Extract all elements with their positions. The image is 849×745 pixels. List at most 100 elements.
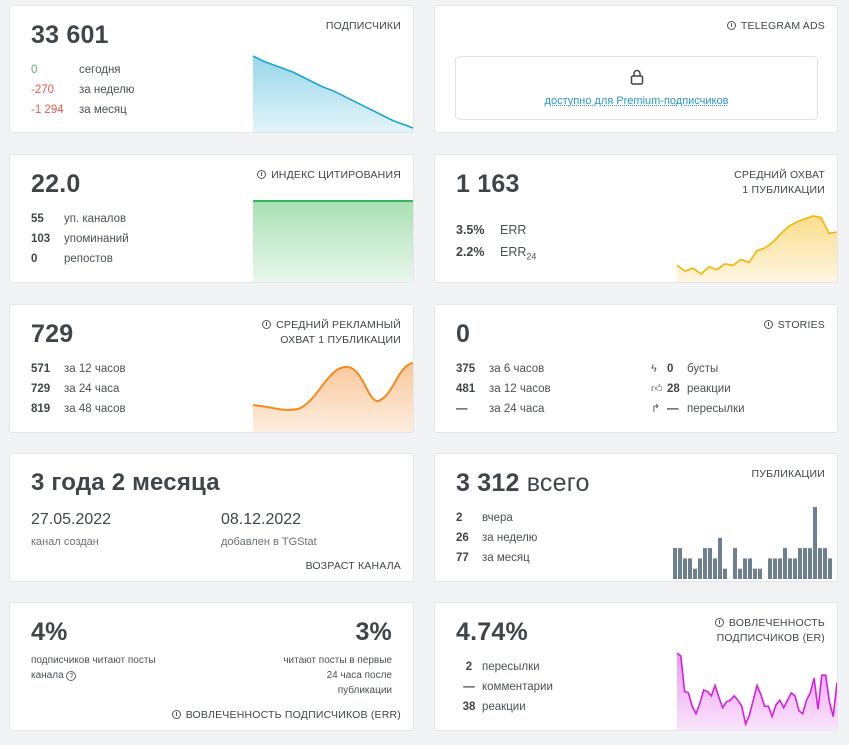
citation-reposts-value: 0 xyxy=(31,253,38,265)
ad-reach-title: СРЕДНИЙ РЕКЛАМНЫЙ ОХВАТ 1 ПУБЛИКАЦИИ xyxy=(262,318,401,348)
err-stats: 3.5% ERR 2.2% ERR24 xyxy=(456,219,536,268)
er-title: ВОВЛЕЧЕННОСТЬ ПОДПИСЧИКОВ (ER) xyxy=(714,617,825,644)
question-icon[interactable]: ? xyxy=(66,671,77,681)
subscribers-area xyxy=(253,56,413,132)
citation-card[interactable]: 22.0 ИНДЕКС ЦИТИРОВАНИЯ 55 уп. каналов 10… xyxy=(9,154,414,283)
publications-bar xyxy=(708,548,712,579)
ad-reach-12h-label: за 12 часов xyxy=(64,363,126,375)
average-reach-title: СРЕДНИЙ ОХВАТ 1 ПУБЛИКАЦИИ xyxy=(734,169,825,196)
publications-bar xyxy=(773,558,777,579)
er-card[interactable]: 4.74% ВОВЛЕЧЕННОСТЬ ПОДПИСЧИКОВ (ER) 2 пер… xyxy=(434,602,838,731)
publications-title: ПУБЛИКАЦИИ xyxy=(751,468,825,480)
ad-reach-48h-value: 819 xyxy=(31,403,51,415)
publications-bar xyxy=(683,558,687,579)
ad-reach-12h-value: 571 xyxy=(31,363,51,375)
info-icon xyxy=(262,320,272,329)
share-arrow-icon: ↱ xyxy=(651,403,661,415)
subscribers-trend-chart xyxy=(253,55,413,132)
publications-bar xyxy=(768,558,772,579)
info-icon xyxy=(714,618,724,627)
ad-reach-48h-label: за 48 часов xyxy=(64,403,126,415)
posts-yesterday-value: 2 xyxy=(456,512,463,524)
citation-channels-label: уп. каналов xyxy=(64,213,127,225)
publications-bar xyxy=(713,558,717,579)
stories-boosts-label: бусты xyxy=(687,363,719,375)
stories-12h-value: 481 xyxy=(456,383,476,395)
err-left-text: подписчиков читают посты канала ? xyxy=(31,655,156,681)
citation-index-value: 22.0 xyxy=(31,170,81,198)
publications-card[interactable]: 3 312 всего ПУБЛИКАЦИИ 2 вчера 26 за недел… xyxy=(434,453,838,582)
er-comments-value: — xyxy=(463,681,475,693)
err-left-value: 4% xyxy=(31,618,68,646)
publications-bar xyxy=(678,548,682,579)
er-stats: 2 пересылки — комментарии 38 реакции xyxy=(456,657,553,717)
average-reach-value: 1 163 xyxy=(456,170,520,198)
info-icon xyxy=(257,170,267,179)
publications-bar xyxy=(733,548,737,579)
err-label: ERR xyxy=(500,223,527,237)
publications-bar xyxy=(803,548,807,579)
info-icon xyxy=(726,21,736,30)
average-reach-chart xyxy=(677,215,837,282)
publications-bar xyxy=(788,558,792,579)
channel-age-title: ВОЗРАСТ КАНАЛА xyxy=(305,560,401,572)
citation-trend-chart xyxy=(253,200,413,282)
er-reactions-value: 38 xyxy=(462,701,476,713)
publications-bar xyxy=(828,558,832,579)
err24-value: 2.2% xyxy=(456,245,485,259)
posts-month-label: за месяц xyxy=(482,552,530,564)
publications-bar xyxy=(688,558,692,579)
average-reach-card[interactable]: 1 163 СРЕДНИЙ ОХВАТ 1 ПУБЛИКАЦИИ 3.5% ERR … xyxy=(434,154,838,283)
ad-reach-24h-value: 729 xyxy=(31,383,51,395)
channel-age-card: 3 года 2 месяца 27.05.2022 канал создан … xyxy=(9,453,414,582)
lock-icon xyxy=(630,69,644,85)
err-card: 4% подписчиков читают посты канала ? 3% … xyxy=(9,602,414,731)
stories-6h-value: 375 xyxy=(456,363,476,375)
er-comments-label: комментарии xyxy=(482,681,553,693)
created-date: 27.05.2022 xyxy=(31,511,112,528)
stories-time-stats: 375 за 6 часов 481 за 12 часов — за 24 часа xyxy=(456,359,551,419)
stories-value: 0 xyxy=(456,320,471,348)
added-label: добавлен в TGStat xyxy=(221,536,317,548)
er-trend-chart xyxy=(677,652,837,730)
stories-reactions-value: 28 xyxy=(667,383,680,395)
stories-24h-label: за 24 часа xyxy=(489,403,545,415)
publications-bar-chart xyxy=(673,507,832,579)
subs-today-label: сегодня xyxy=(79,64,121,76)
publications-bar xyxy=(808,548,812,579)
posts-yesterday-label: вчера xyxy=(482,512,513,524)
stories-reactions-label: реакции xyxy=(687,383,731,395)
publications-bar xyxy=(748,558,752,579)
citation-mentions-value: 103 xyxy=(31,233,51,245)
thumbs-up-icon: 👍︎ xyxy=(651,383,663,395)
subscribers-stats: 0 сегодня -270 за неделю -1 294 за месяц xyxy=(31,60,134,120)
ad-reach-card[interactable]: 729 СРЕДНИЙ РЕКЛАМНЫЙ ОХВАТ 1 ПУБЛИКАЦИИ … xyxy=(9,304,414,433)
publications-bar xyxy=(778,558,782,579)
err-title: ВОВЛЕЧЕННОСТЬ ПОДПИСЧИКОВ (ERR) xyxy=(171,708,401,723)
subs-week-value: -270 xyxy=(31,84,55,96)
premium-lock-box[interactable]: доступно для Premium-подписчиков xyxy=(455,56,818,120)
posts-week-value: 26 xyxy=(456,532,469,544)
created-label: канал создан xyxy=(31,536,99,548)
er-value: 4.74% xyxy=(456,618,528,646)
er-reactions-label: реакции xyxy=(482,701,526,713)
publications-bar xyxy=(813,507,817,579)
lightning-icon: ϟ xyxy=(651,363,657,375)
premium-link[interactable]: доступно для Premium-подписчиков xyxy=(456,95,817,107)
publications-total: 3 312 всего xyxy=(456,469,590,497)
citation-reposts-label: репостов xyxy=(64,253,113,265)
stories-card[interactable]: 0 STORIES 375 за 6 часов 481 за 12 часов —… xyxy=(434,304,838,433)
publications-bar xyxy=(703,548,707,579)
citation-area xyxy=(253,201,413,282)
err24-label: ERR24 xyxy=(500,245,537,262)
subscribers-title: ПОДПИСЧИКИ xyxy=(325,20,401,32)
publications-bar xyxy=(738,568,742,579)
publications-bar xyxy=(693,568,697,579)
stories-forwards-value: — xyxy=(667,403,679,415)
ad-reach-value: 729 xyxy=(31,320,74,348)
added-date: 08.12.2022 xyxy=(221,511,302,528)
ad-reach-24h-label: за 24 часа xyxy=(64,383,120,395)
subs-today-value: 0 xyxy=(31,64,38,76)
stories-6h-label: за 6 часов xyxy=(489,363,545,375)
subscribers-card[interactable]: 33 601 ПОДПИСЧИКИ 0 сегодня -270 за неделю… xyxy=(9,5,414,133)
